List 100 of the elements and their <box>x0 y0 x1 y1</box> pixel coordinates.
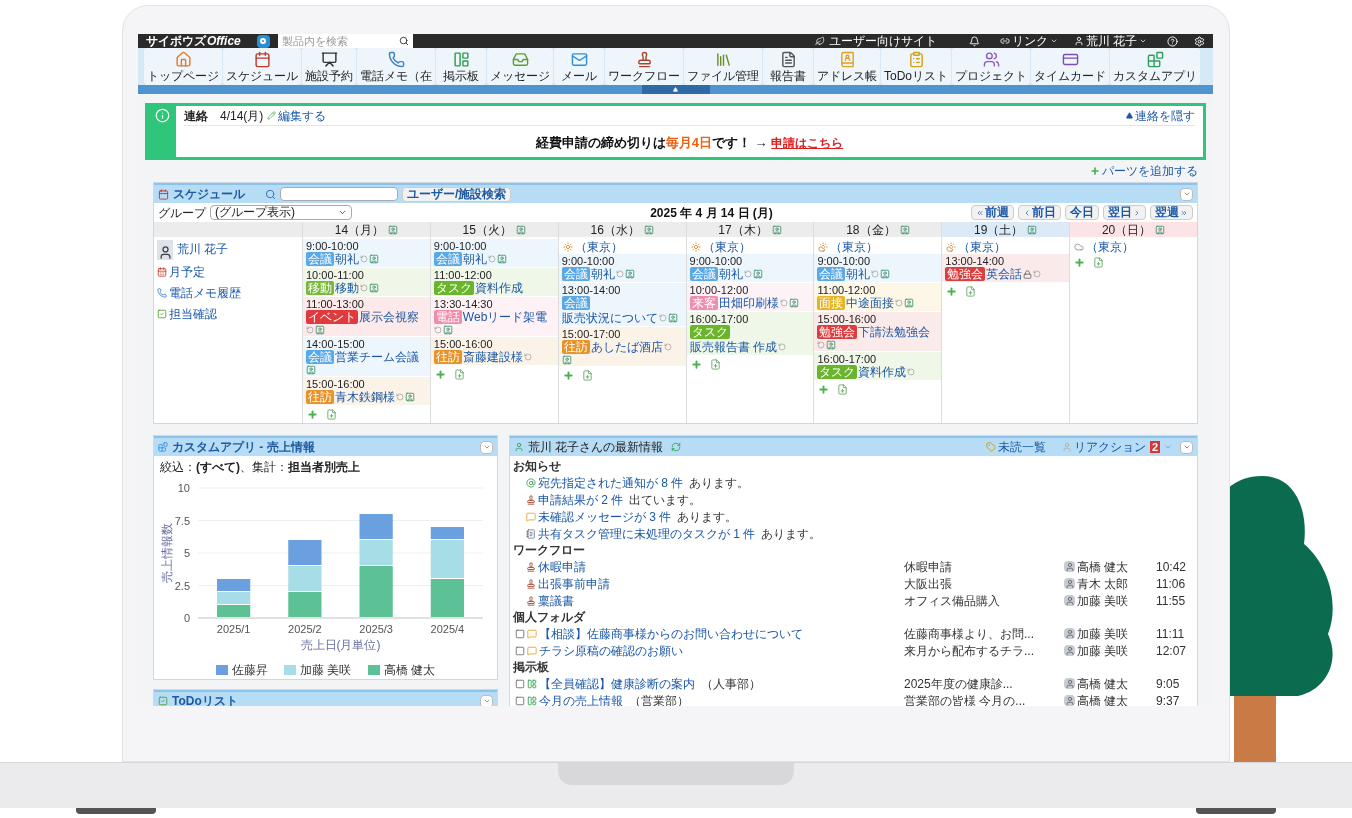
event-title[interactable]: 中途面接 <box>846 296 895 310</box>
app-launcher-button[interactable]: 報告書 <box>763 48 813 85</box>
user-link[interactable]: 月予定 <box>157 263 299 281</box>
attendee-icon[interactable] <box>643 224 654 235</box>
attendee-icon[interactable] <box>388 224 399 235</box>
unread-list-link[interactable]: 未読一覧 <box>985 438 1046 456</box>
event-title[interactable]: 英会話 <box>986 267 1023 281</box>
checkbox[interactable] <box>515 645 525 656</box>
schedule-search-field[interactable] <box>280 187 398 201</box>
panel-menu-button[interactable] <box>1180 187 1193 201</box>
schedule-event[interactable]: 10:00-11:00 移動 移動 <box>303 268 430 296</box>
app-icon[interactable] <box>256 34 270 48</box>
schedule-event[interactable]: 16:00-17:00 タスク 資料作成 <box>814 352 942 380</box>
event-title[interactable]: あしたば酒店 <box>590 340 663 354</box>
add-memo-icon[interactable] <box>709 359 721 370</box>
event-title[interactable]: 販売報告書 作成 <box>689 340 777 354</box>
hide-notice-link[interactable]: 連絡を隠す <box>1126 106 1195 125</box>
user-menu[interactable]: 荒川 花子 <box>1073 34 1147 48</box>
reaction-menu[interactable]: リアクション <box>1061 438 1146 456</box>
settings-icon[interactable] <box>1194 35 1205 47</box>
checkbox[interactable] <box>515 628 525 639</box>
app-launcher-button[interactable]: トップページ <box>144 48 222 85</box>
attendee-icon[interactable] <box>1155 224 1166 235</box>
app-launcher-button[interactable]: メッセージ <box>487 48 553 85</box>
event-title[interactable]: 朝礼 <box>846 267 871 281</box>
attendee-icon[interactable] <box>515 224 526 235</box>
panel-menu-button[interactable] <box>1180 440 1193 454</box>
schedule-event[interactable]: 9:00-10:00 会議 朝礼 <box>686 254 814 282</box>
add-memo-icon[interactable] <box>837 384 849 395</box>
user-facility-search-button[interactable]: ユーザー/施設検索 <box>402 186 512 202</box>
add-memo-icon[interactable] <box>453 369 465 380</box>
refresh-icon[interactable] <box>671 442 682 452</box>
schedule-event[interactable]: 9:00-10:00 会議 朝礼 <box>814 254 942 282</box>
schedule-event[interactable]: 11:00-12:00 タスク 資料作成 <box>430 268 558 296</box>
search-field[interactable]: 製品内を検索 <box>277 34 413 48</box>
search-icon[interactable] <box>398 36 409 46</box>
event-title[interactable]: 展示会視察 <box>359 310 419 324</box>
event-title[interactable]: 斎藤建設様 <box>462 350 523 364</box>
app-launcher-button[interactable]: ToDoリスト <box>881 48 951 85</box>
checkbox[interactable] <box>515 695 525 706</box>
group-select[interactable]: (グループ表示) <box>210 205 352 220</box>
message-link[interactable]: 今月の売上情報 <box>539 691 623 706</box>
notice-link[interactable]: 共有タスク管理に未処理のタスクが 1 件 <box>538 524 756 543</box>
user-link[interactable]: 電話メモ履歴 <box>157 284 299 302</box>
event-title[interactable]: 下請法勉強会 <box>858 325 931 339</box>
message-link[interactable]: 【相談】佐藤商事様からのお問い合わせについて <box>539 624 803 643</box>
schedule-event[interactable]: 13:30-14:30 電話 Webリード架電 <box>430 297 558 336</box>
app-launcher-button[interactable]: 掲示板 <box>436 48 486 85</box>
app-launcher-button[interactable]: 施設予約 <box>302 48 356 85</box>
add-icon[interactable] <box>434 369 446 380</box>
event-title[interactable]: Webリード架電 <box>462 310 548 324</box>
event-title[interactable]: 朝礼 <box>335 252 359 266</box>
app-launcher-button[interactable]: メール <box>554 48 604 85</box>
apply-link[interactable]: 申請はこちら <box>771 136 844 150</box>
event-title[interactable]: 朝礼 <box>462 252 487 266</box>
add-parts-link[interactable]: パーツを追加する <box>1102 164 1198 178</box>
add-icon[interactable] <box>1074 257 1086 268</box>
date-nav-button[interactable]: 今日 <box>1065 205 1099 220</box>
add-icon[interactable] <box>818 384 830 395</box>
user-name-link[interactable]: 荒川 花子 <box>177 240 229 258</box>
checkbox[interactable] <box>515 678 525 689</box>
add-icon[interactable] <box>307 409 318 420</box>
bell-icon[interactable] <box>968 35 980 47</box>
date-nav-button[interactable]: 翌日 <box>1103 205 1146 220</box>
event-title[interactable]: 販売状況について <box>561 311 658 325</box>
app-launcher-button[interactable]: プロジェクト <box>952 48 1030 85</box>
workflow-link[interactable]: 稟議書 <box>538 591 574 610</box>
app-launcher-button[interactable]: アドレス帳 <box>814 48 880 85</box>
schedule-event[interactable]: 10:00-12:00 来客 田畑印刷様 <box>686 283 814 311</box>
add-memo-icon[interactable] <box>1093 257 1105 268</box>
schedule-event[interactable]: 11:00-12:00 面接 中途面接 <box>814 283 942 311</box>
add-memo-icon[interactable] <box>326 409 337 420</box>
schedule-event[interactable]: 15:00-17:00 往訪 あしたば酒店 <box>558 327 686 366</box>
event-title[interactable]: 営業チーム会議 <box>335 350 419 364</box>
event-title[interactable]: 資料作成 <box>858 365 907 379</box>
schedule-event[interactable]: 15:00-16:00 勉強会 下請法勉強会 <box>814 312 942 351</box>
help-icon[interactable] <box>1167 35 1178 47</box>
app-launcher-button[interactable]: ワークフロー <box>605 48 683 85</box>
app-launcher-button[interactable]: 電話メモ（在 <box>357 48 435 85</box>
workflow-link[interactable]: 休暇申請 <box>538 557 586 576</box>
panel-menu-button[interactable] <box>480 440 493 454</box>
notice-link[interactable]: 未確認メッセージが 3 件 <box>538 507 672 526</box>
schedule-event[interactable]: 14:00-15:00 会議 営業チーム会議 <box>303 337 430 376</box>
message-link[interactable]: 【全員確認】健康診断の案内 <box>539 674 695 693</box>
event-title[interactable]: 朝礼 <box>590 267 615 281</box>
site-link[interactable]: ユーザー向けサイト <box>828 34 937 48</box>
panel-menu-button[interactable] <box>480 694 493 706</box>
event-title[interactable]: 青木鉄鋼様 <box>335 390 395 404</box>
schedule-event[interactable]: 15:00-16:00 往訪 斎藤建設様 <box>430 337 558 365</box>
event-title[interactable]: 資料作成 <box>474 281 523 295</box>
add-icon[interactable] <box>690 359 702 370</box>
date-nav-button[interactable]: 翌週 <box>1150 205 1193 220</box>
attendee-icon[interactable] <box>899 224 910 235</box>
schedule-event[interactable]: 15:00-16:00 往訪 青木鉄鋼様 <box>303 377 430 405</box>
date-nav-button[interactable]: 前週 <box>971 205 1014 220</box>
app-launcher-button[interactable]: ファイル管理 <box>684 48 762 85</box>
collapse-toolbar-button[interactable] <box>641 85 710 94</box>
workflow-link[interactable]: 出張事前申請 <box>538 574 610 593</box>
app-launcher-button[interactable]: スケジュール <box>223 48 301 85</box>
notice-link[interactable]: 申請結果が 2 件 <box>538 490 624 509</box>
